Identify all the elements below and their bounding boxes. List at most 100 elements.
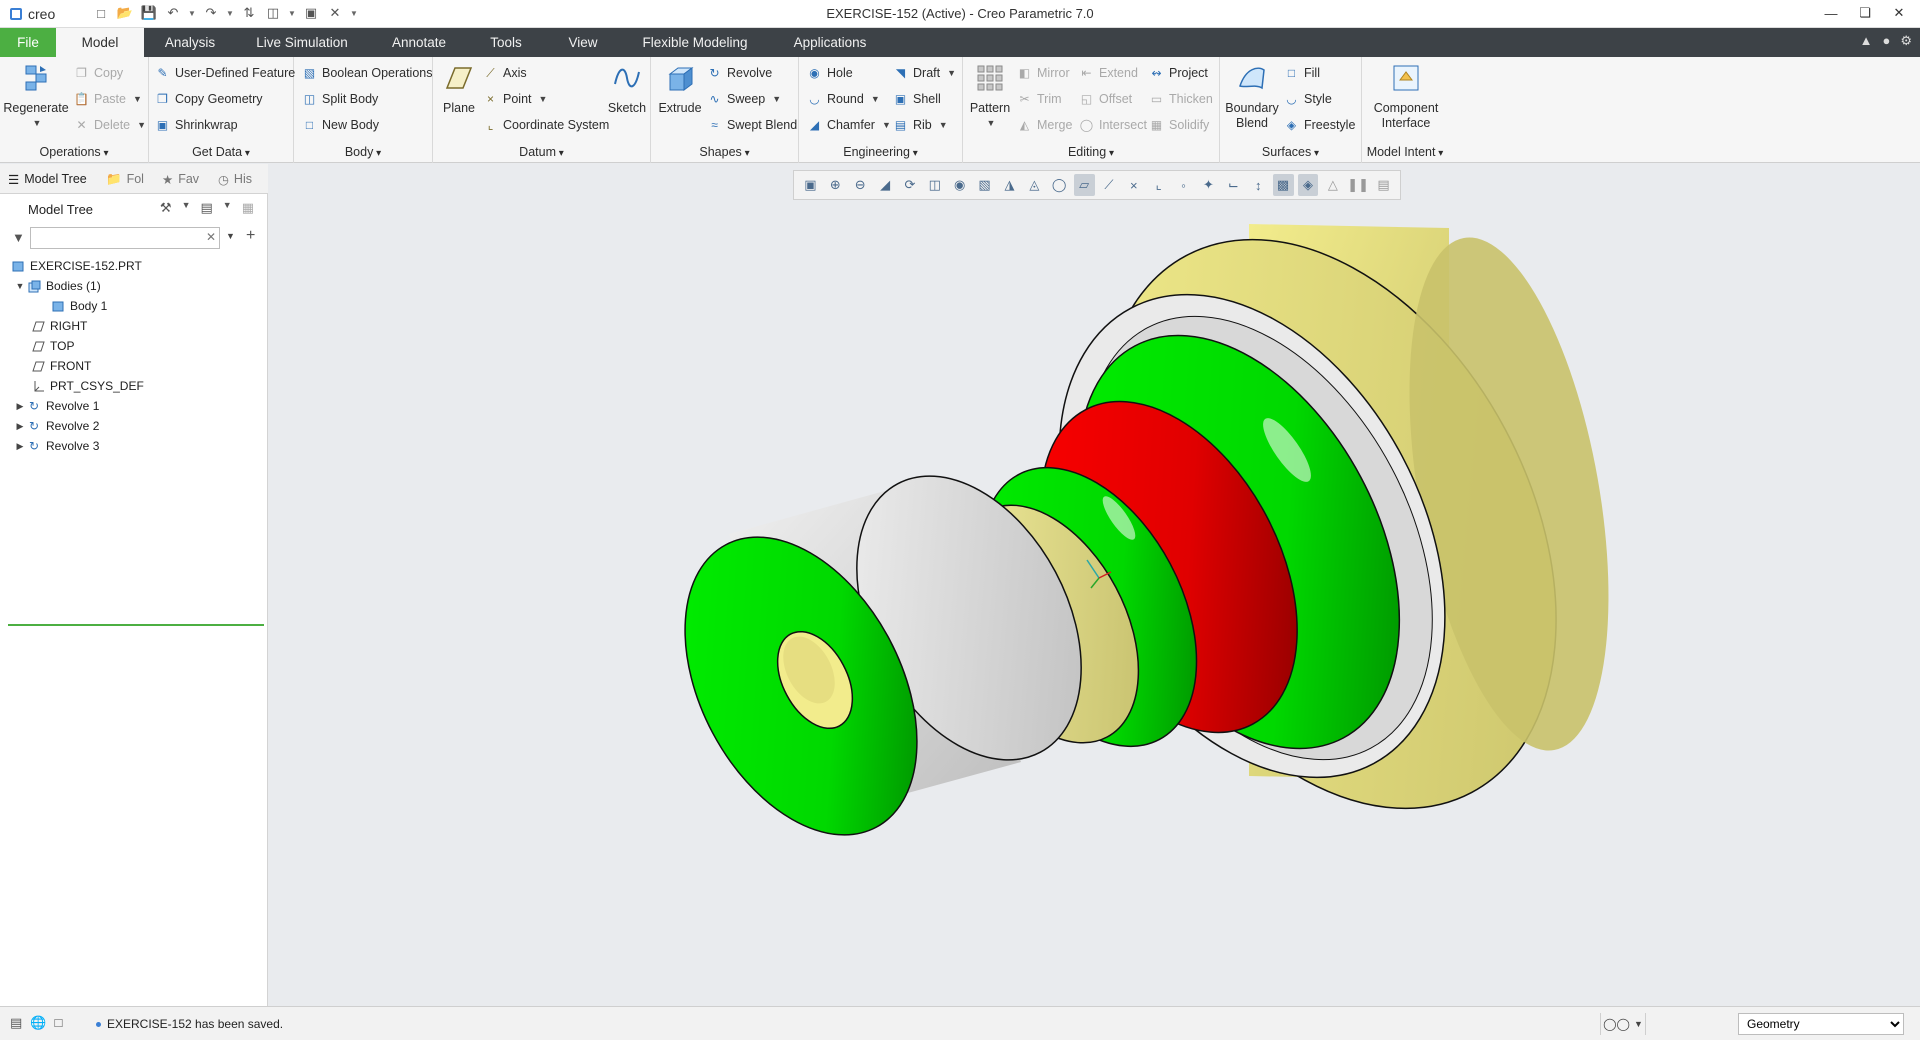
tab-folder-browser[interactable]: 📁 Fol [106, 167, 144, 191]
copy-button[interactable]: ❐ Copy [74, 63, 123, 83]
tree-item-front[interactable]: FRONT [30, 356, 91, 376]
round-button[interactable]: ◡ Round ▼ [807, 89, 880, 109]
tab-applications[interactable]: Applications [780, 28, 880, 57]
minimize-ribbon-icon[interactable]: ▲ [1860, 33, 1873, 49]
clear-search-icon[interactable]: ✕ [206, 230, 216, 244]
mirror-button[interactable]: ◧ Mirror [1017, 63, 1070, 83]
minimize-icon[interactable]: — [1818, 2, 1844, 24]
editing-group-label[interactable]: Editing [963, 145, 1219, 159]
tab-history[interactable]: ◷ His [218, 167, 252, 191]
tab-view[interactable]: View [554, 28, 612, 57]
tab-annotate[interactable]: Annotate [378, 28, 460, 57]
tree-item-right[interactable]: RIGHT [30, 316, 87, 336]
find-button[interactable]: ◯◯ ▼ [1600, 1013, 1646, 1035]
tab-model-tree[interactable]: ☰ Model Tree [8, 167, 87, 191]
close-window-icon[interactable]: ▣ [302, 4, 320, 22]
operations-group-label[interactable]: Operations [0, 145, 148, 159]
expand-icon[interactable]: ▶ [14, 401, 26, 412]
tab-model[interactable]: Model [56, 28, 144, 57]
component-interface-button[interactable]: Component Interface [1368, 61, 1444, 131]
new-body-button[interactable]: □ New Body [302, 115, 379, 135]
freestyle-button[interactable]: ◈ Freestyle [1284, 115, 1356, 135]
regenerate-dropdown-icon[interactable]: ▼ [33, 116, 42, 131]
get-data-group-label[interactable]: Get Data [149, 145, 293, 159]
rib-dropdown-icon[interactable]: ▼ [939, 120, 948, 130]
tab-flexible-modeling[interactable]: Flexible Modeling [630, 28, 760, 57]
restore-icon[interactable]: ❏ [1852, 2, 1878, 24]
pattern-dropdown-icon[interactable]: ▼ [987, 116, 996, 131]
engineering-group-label[interactable]: Engineering [799, 145, 962, 159]
paste-button[interactable]: 📋 Paste ▼ [74, 89, 142, 109]
fill-button[interactable]: □ Fill [1284, 63, 1320, 83]
offset-button[interactable]: ◱ Offset [1079, 89, 1132, 109]
delete-dropdown-icon[interactable]: ▼ [137, 120, 146, 130]
extrude-button[interactable]: Extrude [655, 61, 705, 116]
tab-analysis[interactable]: Analysis [150, 28, 230, 57]
shell-button[interactable]: ▣ Shell [893, 89, 941, 109]
intersect-button[interactable]: ◯ Intersect [1079, 115, 1147, 135]
solidify-button[interactable]: ▦ Solidify [1149, 115, 1209, 135]
collapse-icon[interactable]: ▼ [14, 281, 26, 291]
tree-item-top[interactable]: TOP [30, 336, 74, 356]
regenerate-quick-icon[interactable]: ⇅ [240, 4, 258, 22]
part-model[interactable] [269, 164, 1920, 1006]
windows-dropdown-icon[interactable]: ▼ [288, 4, 296, 22]
udf-button[interactable]: ✎ User-Defined Feature [155, 63, 295, 83]
csys-button[interactable]: ⌞ Coordinate System [483, 115, 610, 135]
thicken-button[interactable]: ▭ Thicken [1149, 89, 1213, 109]
tab-favorites[interactable]: ★ Fav [162, 167, 199, 191]
trim-button[interactable]: ✂ Trim [1017, 89, 1061, 109]
windows-icon[interactable]: ◫ [264, 4, 282, 22]
tree-item-csys[interactable]: PRT_CSYS_DEF [30, 376, 144, 396]
shrinkwrap-button[interactable]: ▣ Shrinkwrap [155, 115, 238, 135]
tree-search-input[interactable] [30, 227, 220, 249]
tree-item-revolve-3[interactable]: ▶ ↻ Revolve 3 [14, 436, 100, 456]
close-file-icon[interactable]: ✕ [326, 4, 344, 22]
boolean-operations-button[interactable]: ▧ Boolean Operations [302, 63, 433, 83]
split-body-button[interactable]: ◫ Split Body [302, 89, 378, 109]
point-button[interactable]: × Point ▼ [483, 89, 547, 109]
draft-button[interactable]: ◥ Draft ▼ [893, 63, 956, 83]
new-file-icon[interactable]: □ [92, 4, 110, 22]
merge-button[interactable]: ◭ Merge [1017, 115, 1073, 135]
extend-button[interactable]: ⇤ Extend [1079, 63, 1137, 83]
pattern-button[interactable]: Pattern ▼ [967, 61, 1013, 131]
find-dropdown-icon[interactable]: ▼ [1634, 1019, 1643, 1029]
tab-file[interactable]: File [0, 28, 56, 57]
tab-live-simulation[interactable]: Live Simulation [246, 28, 358, 57]
round-dropdown-icon[interactable]: ▼ [871, 94, 880, 104]
show-navigator-icon[interactable]: ▤ [10, 1015, 22, 1031]
chamfer-dropdown-icon[interactable]: ▼ [882, 120, 891, 130]
rib-button[interactable]: ▤ Rib ▼ [893, 115, 948, 135]
tree-item-revolve-1[interactable]: ▶ ↻ Revolve 1 [14, 396, 100, 416]
close-icon[interactable]: ✕ [1886, 2, 1912, 24]
expand-icon[interactable]: ▶ [14, 441, 26, 452]
copy-geometry-button[interactable]: ❐ Copy Geometry [155, 89, 262, 109]
tree-filters-icon[interactable]: ▦ [242, 200, 254, 216]
search-options-dropdown-icon[interactable]: ▼ [226, 231, 235, 241]
draft-dropdown-icon[interactable]: ▼ [947, 68, 956, 78]
shapes-group-label[interactable]: Shapes [651, 145, 798, 159]
tree-item-revolve-2[interactable]: ▶ ↻ Revolve 2 [14, 416, 100, 436]
tree-settings-dropdown-icon[interactable]: ▼ [182, 200, 191, 216]
sweep-button[interactable]: ∿ Sweep ▼ [707, 89, 781, 109]
tab-tools[interactable]: Tools [478, 28, 534, 57]
expand-icon[interactable]: ▶ [14, 421, 26, 432]
delete-button[interactable]: ✕ Delete ▼ [74, 115, 146, 135]
surfaces-group-label[interactable]: Surfaces [1220, 145, 1361, 159]
customize-qat-icon[interactable]: ▼ [350, 4, 358, 22]
chamfer-button[interactable]: ◢ Chamfer ▼ [807, 115, 891, 135]
style-button[interactable]: ◡ Style [1284, 89, 1332, 109]
body-group-label[interactable]: Body [294, 145, 432, 159]
model-intent-group-label[interactable]: Model Intent [1362, 145, 1448, 159]
show-columns-dropdown-icon[interactable]: ▼ [223, 200, 232, 216]
show-browser-icon[interactable]: 🌐 [30, 1015, 46, 1031]
insert-indicator[interactable] [8, 624, 264, 626]
tree-item-body-1[interactable]: Body 1 [50, 296, 107, 316]
swept-blend-button[interactable]: ≈ Swept Blend [707, 115, 797, 135]
undo-dropdown-icon[interactable]: ▼ [188, 4, 196, 22]
project-button[interactable]: ↭ Project [1149, 63, 1207, 83]
datum-group-label[interactable]: Datum [433, 145, 650, 159]
selection-filter-select[interactable]: Geometry [1738, 1013, 1904, 1035]
sketch-button[interactable]: Sketch [605, 61, 649, 116]
